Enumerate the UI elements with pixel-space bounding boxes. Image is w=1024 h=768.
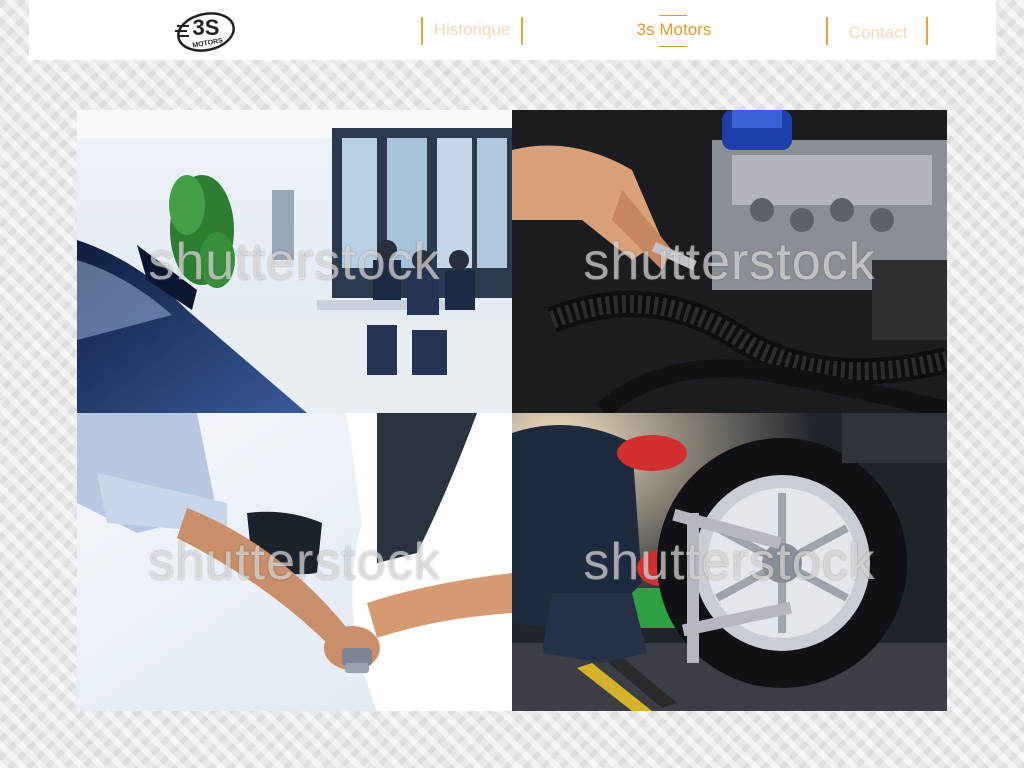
photo-gallery: shutterstock shutterstock shutterstock s… — [77, 110, 947, 711]
3s-motors-logo[interactable]: 3S MOTORS — [175, 7, 237, 55]
nav-separator — [926, 17, 928, 45]
nav-historique[interactable]: Historique — [423, 14, 521, 46]
engine-repair-photo[interactable]: shutterstock — [512, 110, 947, 413]
showroom-photo[interactable]: shutterstock — [77, 110, 512, 413]
nav-contact[interactable]: Contact — [828, 17, 928, 49]
logo-icon: 3S MOTORS — [175, 12, 235, 52]
car-key-handover-photo[interactable]: shutterstock — [77, 413, 512, 711]
nav-contact-label: Contact — [848, 23, 908, 42]
nav-separator — [521, 17, 523, 45]
engine-image — [512, 110, 947, 413]
nav-active-bottom-line — [659, 46, 687, 47]
nav-3s-motors-label: 3s Motors — [636, 20, 712, 39]
svg-text:3S: 3S — [193, 15, 220, 40]
nav-historique-label: Historique — [433, 20, 511, 39]
wheel-alignment-photo[interactable]: shutterstock — [512, 413, 947, 711]
wheel-alignment-image — [512, 413, 947, 711]
nav-3s-motors[interactable]: 3s Motors — [619, 14, 729, 46]
site-header: 3S MOTORS Historique 3s Motors Contact — [29, 0, 996, 60]
showroom-image — [77, 110, 512, 413]
key-handover-image — [77, 413, 512, 711]
